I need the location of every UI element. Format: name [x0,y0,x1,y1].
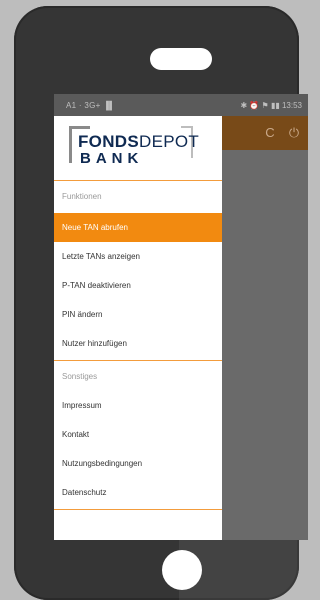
status-right: ✱ ⏰ ⚑ ▮▮ 13:53 [240,101,302,110]
power-icon[interactable]: ⏻ [286,125,302,141]
menu-item-change-pin[interactable]: PIN ändern [54,300,222,329]
refresh-icon[interactable]: C [262,125,278,141]
menu-item-deactivate-ptan[interactable]: P-TAN deaktivieren [54,271,222,300]
menu-item-privacy[interactable]: Datenschutz [54,478,222,507]
section-label-other: Sonstiges [62,372,98,381]
status-left: A1 · 3G+ ▐▌ [66,101,116,110]
phone-speaker [150,48,212,70]
divider [54,509,222,510]
phone-screen: A1 · 3G+ ▐▌ ✱ ⏰ ⚑ ▮▮ 13:53 C ⏻ FONDSDEPO… [54,94,308,540]
logo-line-2: BANK [80,150,144,167]
divider [54,180,222,181]
logo-bold: FONDS [78,132,139,151]
menu-item-add-user[interactable]: Nutzer hinzufügen [54,329,222,358]
menu-item-imprint[interactable]: Impressum [54,391,222,420]
phone-frame: A1 · 3G+ ▐▌ ✱ ⏰ ⚑ ▮▮ 13:53 C ⏻ FONDSDEPO… [14,6,308,600]
divider [54,360,222,361]
section-label-functions: Funktionen [62,192,102,201]
logo-light: DEPOT [139,132,200,151]
menu-item-contact[interactable]: Kontakt [54,420,222,449]
status-bar: A1 · 3G+ ▐▌ ✱ ⏰ ⚑ ▮▮ 13:53 [54,94,308,116]
menu-item-last-tans[interactable]: Letzte TANs anzeigen [54,242,222,271]
logo-area: FONDSDEPOT BANK [54,116,222,180]
fondsdepot-bank-logo: FONDSDEPOT BANK [69,126,199,167]
logo-line-1: FONDSDEPOT [78,132,199,152]
navigation-drawer: FONDSDEPOT BANK Funktionen Neue TAN abru… [54,116,222,540]
menu-item-terms[interactable]: Nutzungsbedingungen [54,449,222,478]
home-button[interactable] [162,550,202,590]
menu-item-new-tan[interactable]: Neue TAN abrufen [54,213,222,242]
